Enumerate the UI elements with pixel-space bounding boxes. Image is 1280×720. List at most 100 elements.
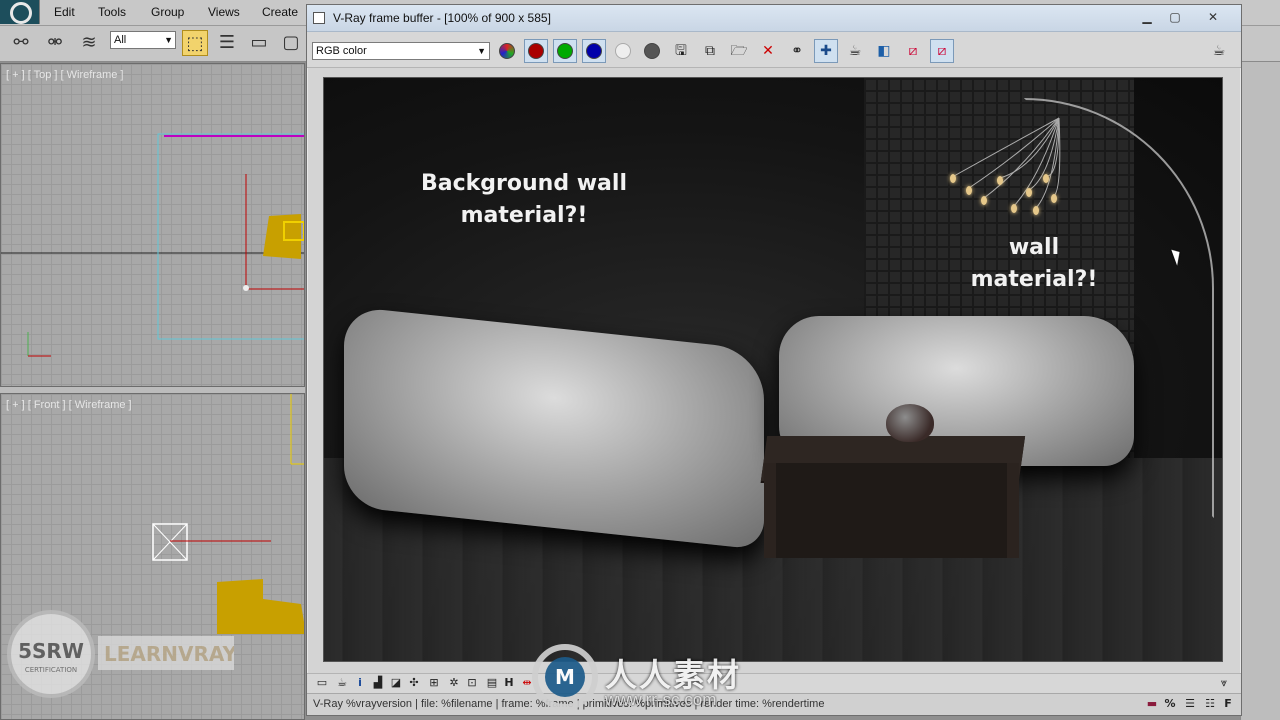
rendered-image[interactable]: Background wall material?! wall material… — [323, 77, 1223, 662]
alpha-channel-icon — [615, 43, 631, 59]
alpha-channel-button[interactable] — [611, 39, 635, 63]
lut-icon[interactable]: ⊞ — [427, 676, 441, 690]
chevron-down-icon: ▼ — [477, 46, 486, 56]
crosshair-icon: ✚ — [820, 43, 832, 59]
svg-text:LEARNVRAY.COM: LEARNVRAY.COM — [104, 642, 234, 666]
stamp-color-icon[interactable]: ▬ — [1145, 697, 1159, 711]
duplicate-to-vfb-button[interactable]: ⚭ — [785, 39, 809, 63]
minimize-button[interactable]: ▁ — [1135, 9, 1159, 27]
vfb-bottom-toolbar: ▭ ☕ i ▟ ◪ ✣ ⊞ ✲ ⊡ ▤ H ⇹ ⩔ — [307, 673, 1241, 693]
clear-icon: ✕ — [762, 43, 774, 59]
font-icon[interactable]: F — [1221, 697, 1235, 711]
red-channel-icon — [528, 43, 544, 59]
app-logo-icon[interactable] — [0, 0, 40, 24]
link-icon: ⚭ — [791, 43, 803, 59]
coffee-table-body — [764, 463, 1019, 558]
viewport-top[interactable]: [ + ] [ Top ] [ Wireframe ] — [0, 63, 305, 387]
link-icon[interactable]: ⚯ — [8, 30, 34, 56]
command-panel[interactable] — [1240, 62, 1280, 720]
blue-channel-icon — [586, 43, 602, 59]
bulb — [1033, 206, 1039, 215]
green-channel-button[interactable] — [553, 39, 577, 63]
save-all-icon: ⧉ — [705, 43, 715, 59]
select-by-name-icon[interactable]: ☰ — [214, 30, 240, 56]
bulb — [997, 176, 1003, 185]
bulb — [950, 174, 956, 183]
levels-icon[interactable]: ▟ — [371, 676, 385, 690]
select-object-icon[interactable]: ⬚ — [182, 30, 208, 56]
save-image-button[interactable]: 🖫 — [669, 39, 693, 63]
watermark-rr-logo: M 人人素材 www.rr-sc.com — [530, 640, 770, 714]
ab-compare-horizontal-button[interactable]: ⧄ — [930, 39, 954, 63]
window-crossing-icon[interactable]: ▢ — [278, 30, 304, 56]
channel-dropdown-value: RGB color — [316, 45, 367, 57]
collapse-chevron-icon[interactable]: ⩔ — [1217, 676, 1231, 690]
curve-icon[interactable]: ◪ — [389, 676, 403, 690]
watermark-5srw-logo: 5SRW CERTIFICATION LEARNVRAY.COM — [7, 610, 234, 698]
decor-bowl — [886, 404, 934, 442]
render-teapot-icon[interactable]: ☕ — [335, 676, 349, 690]
rectangular-selection-icon[interactable]: ▭ — [246, 30, 272, 56]
rgb-channels-button[interactable] — [495, 39, 519, 63]
bulb — [1051, 194, 1057, 203]
render-region-button[interactable]: ☕ — [843, 39, 867, 63]
rr-logo-icon: M — [532, 644, 598, 710]
bulb — [1011, 204, 1017, 213]
channel-dropdown[interactable]: RGB color ▼ — [312, 42, 490, 60]
maximize-button[interactable]: ▢ — [1163, 9, 1187, 27]
vfb-title: V-Ray frame buffer - [100% of 900 x 585] — [333, 11, 551, 25]
menu-group[interactable]: Group — [151, 5, 184, 19]
selection-filter-dropdown[interactable]: All ▼ — [110, 31, 176, 49]
rgb-icon — [499, 43, 515, 59]
histogram-icon[interactable]: H — [502, 676, 516, 690]
menu-views[interactable]: Views — [208, 5, 240, 19]
color-picker-icon[interactable]: ✣ — [407, 676, 421, 690]
svg-text:M: M — [555, 665, 575, 689]
vfb-history-icon[interactable]: ▭ — [315, 676, 329, 690]
color-corrections-button[interactable]: ◧ — [872, 39, 896, 63]
render-button[interactable]: ☕ — [1207, 39, 1231, 63]
bulb — [966, 186, 972, 195]
teapot-icon: ☕ — [848, 43, 862, 59]
selection-filter-value: All — [114, 34, 127, 46]
menu-edit[interactable]: Edit — [54, 5, 75, 19]
ab-horizontal-icon: ⧄ — [937, 43, 947, 59]
monochrome-button[interactable] — [640, 39, 664, 63]
load-image-button[interactable]: 🗁 — [727, 39, 751, 63]
menu-tools[interactable]: Tools — [98, 5, 126, 19]
color-correction-icon: ◧ — [877, 43, 891, 59]
stereo-icon[interactable]: ⊡ — [465, 676, 479, 690]
unlink-icon[interactable]: ⚮ — [42, 30, 68, 56]
vray-frame-buffer-window: V-Ray frame buffer - [100% of 900 x 585]… — [306, 4, 1242, 716]
stamp-options-icon[interactable]: ☷ — [1203, 697, 1217, 711]
vfb-toolbar: RGB color ▼ 🖫 ⧉ 🗁 ✕ ⚭ ✚ ☕ ◧ ⧄ ⧄ ☕ — [307, 32, 1241, 68]
annotation-wall-material: wall material?! — [970, 235, 1098, 292]
ab-compare-button[interactable]: ⧄ — [901, 39, 925, 63]
info-icon[interactable]: i — [353, 676, 367, 690]
rr-watermark-url: www.rr-sc.com — [605, 690, 717, 709]
red-channel-button[interactable] — [524, 39, 548, 63]
svg-text:5SRW: 5SRW — [18, 639, 84, 663]
lut-text-icon[interactable]: ▤ — [485, 676, 499, 690]
bind-spacewarp-icon[interactable]: ≋ — [76, 30, 102, 56]
menu-create[interactable]: Create — [262, 5, 298, 19]
save-all-channels-button[interactable]: ⧉ — [698, 39, 722, 63]
gear-icon[interactable]: ✲ — [447, 676, 461, 690]
align-text-icon[interactable]: ☰ — [1183, 697, 1197, 711]
window-icon — [313, 12, 325, 24]
chevron-down-icon: ▼ — [164, 35, 173, 45]
top-viewport-wireframe — [1, 133, 304, 357]
vfb-titlebar[interactable]: V-Ray frame buffer - [100% of 900 x 585]… — [307, 5, 1241, 32]
vfb-status-bar: V-Ray %vrayversion | file: %filename | f… — [307, 693, 1241, 715]
blue-channel-button[interactable] — [582, 39, 606, 63]
close-button[interactable]: ✕ — [1201, 9, 1225, 27]
track-mouse-button[interactable]: ✚ — [814, 39, 838, 63]
svg-text:CERTIFICATION: CERTIFICATION — [25, 666, 77, 674]
green-channel-icon — [557, 43, 573, 59]
bulb — [1026, 188, 1032, 197]
annotation-background-wall: Background wall material?! — [421, 171, 627, 228]
percent-stamp-icon[interactable]: % — [1163, 697, 1177, 711]
monochrome-icon — [644, 43, 660, 59]
clear-image-button[interactable]: ✕ — [756, 39, 780, 63]
folder-icon: 🗁 — [730, 43, 748, 59]
